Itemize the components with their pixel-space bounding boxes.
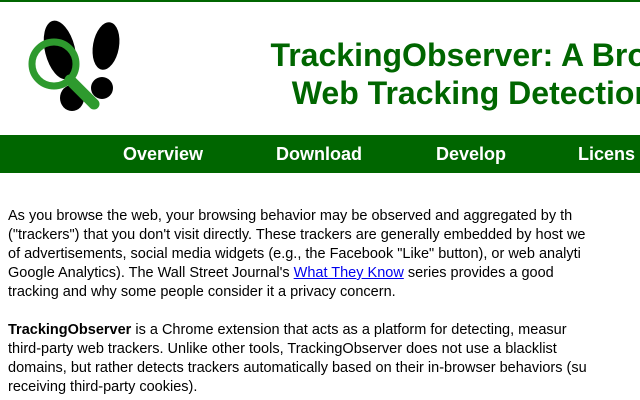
intro-line-5: tracking and why some people consider it… — [8, 284, 396, 300]
about-line-1: TrackingObserver is a Chrome extension t… — [8, 321, 640, 340]
main-content: As you browse the web, your browsing beh… — [8, 207, 640, 400]
intro-line-1: As you browse the web, your browsing beh… — [8, 208, 573, 224]
about-line-4: receiving third-party cookies). — [8, 379, 198, 395]
about-line-1-rest: is a Chrome extension that acts as a pla… — [131, 322, 567, 338]
nav-download-link[interactable]: Download — [276, 135, 362, 173]
nav-license-link[interactable]: Licens — [578, 135, 635, 173]
what-they-know-link[interactable]: What They Know — [294, 265, 404, 281]
footprints-magnifier-icon[interactable] — [22, 12, 142, 120]
about-line-2: third-party web trackers. Unlike other t… — [8, 341, 557, 357]
nav-bar: Overview Download Develop Licens — [0, 135, 640, 173]
intro-line-4: Google Analytics). The Wall Street Journ… — [8, 264, 640, 283]
product-name: TrackingObserver — [8, 322, 132, 338]
site-title: TrackingObserver: A Browser-B Web Tracki… — [162, 36, 640, 112]
about-paragraph: TrackingObserver is a Chrome extension t… — [8, 321, 640, 397]
intro-line-4-before: Google Analytics). The Wall Street Journ… — [8, 265, 294, 281]
intro-paragraph: As you browse the web, your browsing beh… — [8, 207, 640, 302]
nav-develop-link[interactable]: Develop — [436, 135, 506, 173]
site-header: TrackingObserver: A Browser-B Web Tracki… — [0, 2, 640, 135]
nav-overview-link[interactable]: Overview — [123, 135, 203, 173]
intro-line-3: of advertisements, social media widgets … — [8, 246, 581, 262]
about-line-3: domains, but rather detects trackers aut… — [8, 360, 587, 376]
intro-line-4-after: series provides a good — [403, 265, 554, 281]
site-title-line-1: TrackingObserver: A Browser-B — [270, 37, 640, 73]
site-title-line-2: Web Tracking Detection Platf — [291, 75, 640, 111]
intro-line-2: ("trackers") that you don't visit direct… — [8, 227, 586, 243]
